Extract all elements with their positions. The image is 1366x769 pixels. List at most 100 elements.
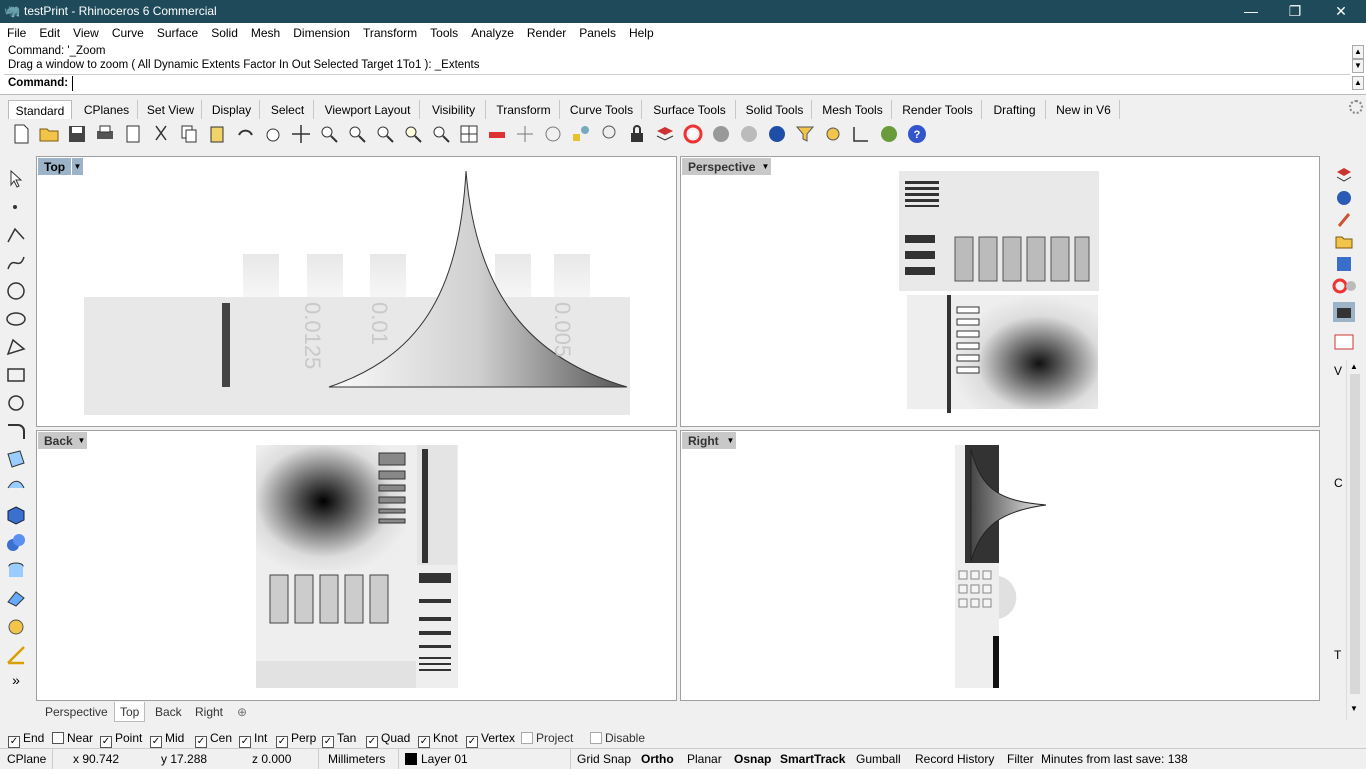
osnap-point[interactable]: ✓ Point bbox=[100, 731, 142, 748]
pan-hand-icon[interactable] bbox=[262, 123, 284, 145]
osnap-vertex[interactable]: ✓ Vertex bbox=[466, 731, 515, 748]
fillet-curve-icon[interactable] bbox=[5, 420, 27, 442]
gear-icon[interactable] bbox=[1349, 100, 1363, 114]
snap-target-icon[interactable] bbox=[542, 123, 564, 145]
menu-tools[interactable]: Tools bbox=[423, 23, 464, 40]
osnap-mid[interactable]: ✓ Mid bbox=[150, 731, 184, 748]
paste-icon[interactable] bbox=[206, 123, 228, 145]
folder-panel-icon[interactable] bbox=[1331, 232, 1357, 252]
lock-icon[interactable] bbox=[626, 123, 648, 145]
four-viewports-icon[interactable] bbox=[458, 123, 480, 145]
viewport-back[interactable]: Back ▼ bbox=[36, 430, 677, 701]
grasshopper-icon[interactable] bbox=[878, 123, 900, 145]
scroll-thumb[interactable] bbox=[1350, 374, 1360, 694]
status-osnap[interactable]: Osnap bbox=[734, 752, 771, 766]
chevron-down-icon[interactable]: ▼ bbox=[72, 158, 83, 175]
osnap-perp[interactable]: ✓ Perp bbox=[276, 731, 316, 748]
undo-icon[interactable] bbox=[234, 123, 256, 145]
print-icon[interactable] bbox=[94, 123, 116, 145]
status-grid-snap[interactable]: Grid Snap bbox=[577, 752, 631, 766]
filter-icon[interactable] bbox=[794, 123, 816, 145]
command-scroll-up[interactable]: ▲ bbox=[1352, 45, 1364, 59]
menu-panels[interactable]: Panels bbox=[572, 23, 622, 40]
save-icon[interactable] bbox=[66, 123, 88, 145]
arc-icon[interactable] bbox=[5, 336, 27, 358]
osnap-tan[interactable]: ✓ Tan bbox=[322, 731, 356, 748]
document-properties-icon[interactable] bbox=[122, 123, 144, 145]
tab-back[interactable]: Back bbox=[150, 702, 187, 722]
zoom-icon[interactable] bbox=[318, 123, 340, 145]
tab-solid-tools[interactable]: Solid Tools bbox=[738, 100, 812, 119]
car-icon[interactable] bbox=[486, 123, 508, 145]
tab-set-view[interactable]: Set View bbox=[140, 100, 202, 119]
render-window-icon[interactable] bbox=[1331, 332, 1357, 352]
solid-union-icon[interactable] bbox=[5, 532, 27, 554]
osnap-int[interactable]: ✓ Int bbox=[239, 731, 267, 748]
help-panel-icon[interactable] bbox=[1331, 254, 1357, 274]
grid-icon[interactable] bbox=[514, 123, 536, 145]
surface-edit-icon[interactable] bbox=[5, 476, 27, 498]
box-solid-icon[interactable] bbox=[5, 504, 27, 526]
menu-mesh[interactable]: Mesh bbox=[244, 23, 286, 40]
close-button[interactable]: ✕ bbox=[1318, 0, 1364, 23]
select-points-icon[interactable] bbox=[570, 123, 592, 145]
osnap-cen[interactable]: ✓ Cen bbox=[195, 731, 232, 748]
menu-solid[interactable]: Solid bbox=[204, 23, 244, 40]
menu-edit[interactable]: Edit bbox=[32, 23, 66, 40]
scroll-up-icon[interactable]: ▲ bbox=[1350, 362, 1358, 371]
osnap-project[interactable]: Project bbox=[521, 731, 573, 745]
blue-sphere-icon[interactable] bbox=[766, 123, 788, 145]
tab-mesh-tools[interactable]: Mesh Tools bbox=[814, 100, 892, 119]
status-smarttrack[interactable]: SmartTrack bbox=[780, 752, 845, 766]
color-panel-icon[interactable] bbox=[1331, 276, 1357, 296]
open-folder-icon[interactable] bbox=[38, 123, 60, 145]
viewport-right-label[interactable]: Right bbox=[682, 432, 725, 449]
camera-panel-icon[interactable] bbox=[1331, 302, 1357, 322]
tab-new-in-v6[interactable]: New in V6 bbox=[1048, 100, 1120, 119]
mesh-icon[interactable] bbox=[5, 588, 27, 610]
properties-panel-icon[interactable] bbox=[1331, 210, 1357, 230]
options-gears-icon[interactable] bbox=[822, 123, 844, 145]
circle-icon[interactable] bbox=[5, 280, 27, 302]
tab-perspective[interactable]: Perspective bbox=[40, 702, 113, 722]
chevron-down-icon[interactable]: ▼ bbox=[760, 158, 771, 175]
light-bulb-icon[interactable] bbox=[598, 123, 620, 145]
menu-render[interactable]: Render bbox=[520, 23, 572, 40]
status-filter[interactable]: Filter bbox=[1007, 752, 1034, 766]
tab-cplanes[interactable]: CPlanes bbox=[76, 100, 138, 119]
chevron-down-icon[interactable]: ▼ bbox=[725, 432, 736, 449]
color-wheel-icon[interactable] bbox=[682, 123, 704, 145]
rectangle-icon[interactable] bbox=[5, 364, 27, 386]
scroll-down-icon[interactable]: ▼ bbox=[1350, 704, 1358, 713]
menu-analyze[interactable]: Analyze bbox=[464, 23, 520, 40]
status-planar[interactable]: Planar bbox=[687, 752, 722, 766]
tab-right[interactable]: Right bbox=[190, 702, 228, 722]
tab-drafting[interactable]: Drafting bbox=[984, 100, 1046, 119]
command-line-scroll-up[interactable]: ▲ bbox=[1352, 76, 1364, 90]
tab-standard[interactable]: Standard bbox=[8, 100, 72, 119]
tab-curve-tools[interactable]: Curve Tools bbox=[562, 100, 642, 119]
tab-select[interactable]: Select bbox=[262, 100, 314, 119]
tab-viewport-layout[interactable]: Viewport Layout bbox=[316, 100, 420, 119]
more-tools-icon[interactable]: » bbox=[5, 672, 27, 694]
status-layer[interactable]: Layer 01 bbox=[421, 752, 468, 766]
help-icon[interactable]: ? bbox=[906, 123, 928, 145]
viewport-perspective[interactable]: Perspective ▼ bbox=[680, 156, 1320, 427]
status-record-history[interactable]: Record History bbox=[915, 752, 994, 766]
command-input[interactable] bbox=[72, 76, 1342, 91]
point-icon[interactable] bbox=[5, 196, 27, 218]
osnap-knot[interactable]: ✓ Knot bbox=[418, 731, 458, 748]
command-scroll-down[interactable]: ▼ bbox=[1352, 59, 1364, 73]
polygon-icon[interactable] bbox=[5, 392, 27, 414]
select-arrow-icon[interactable] bbox=[5, 168, 27, 190]
tab-render-tools[interactable]: Render Tools bbox=[894, 100, 982, 119]
osnap-quad[interactable]: ✓ Quad bbox=[366, 731, 410, 748]
new-file-icon[interactable] bbox=[10, 123, 32, 145]
rhino-app-icon[interactable]: 🦏 bbox=[4, 3, 20, 19]
analyze-icon[interactable] bbox=[5, 644, 27, 666]
status-ortho[interactable]: Ortho bbox=[641, 752, 674, 766]
dimension-icon[interactable] bbox=[850, 123, 872, 145]
viewport-right[interactable]: Right ▼ bbox=[680, 430, 1320, 701]
surface-icon[interactable] bbox=[5, 448, 27, 470]
tab-transform[interactable]: Transform bbox=[488, 100, 560, 119]
